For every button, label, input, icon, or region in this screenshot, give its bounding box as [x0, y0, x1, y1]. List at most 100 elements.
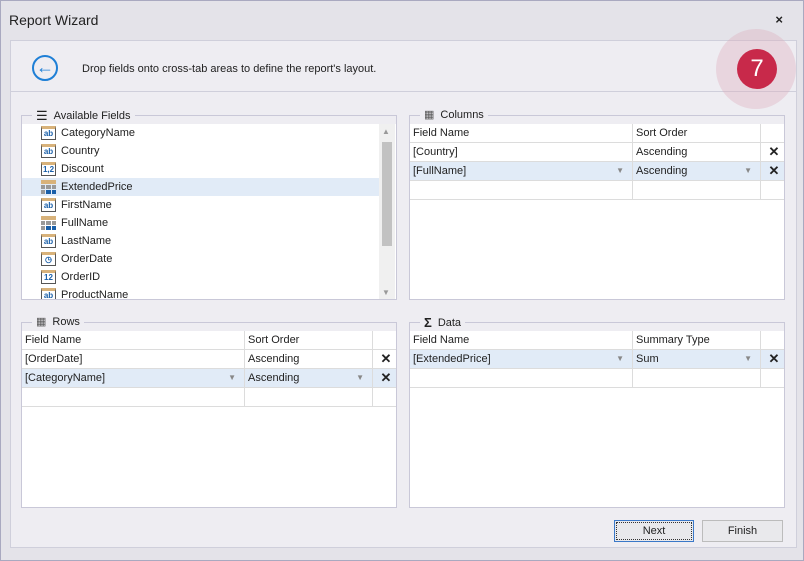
scrollbar[interactable]: ▲ ▼ — [379, 124, 395, 299]
field-item[interactable]: ab ProductName — [22, 286, 379, 299]
header-sort[interactable]: Sort Order — [245, 331, 373, 349]
field-label: ExtendedPrice — [61, 181, 133, 193]
number-field-icon: 12 — [41, 270, 56, 284]
close-button[interactable]: × — [775, 12, 783, 27]
empty-cell[interactable] — [22, 388, 245, 406]
field-name-cell[interactable]: [Country] — [410, 143, 633, 161]
order-cell[interactable]: Ascending — [633, 143, 761, 161]
field-name-cell[interactable]: [FullName] ▼ — [410, 162, 633, 180]
field-label: OrderDate — [61, 253, 113, 265]
field-item[interactable]: ExtendedPrice — [22, 178, 379, 196]
remove-icon[interactable]: ✕ — [761, 162, 784, 180]
empty-cell[interactable] — [410, 181, 633, 199]
field-name-cell[interactable]: [ExtendedPrice] ▼ — [410, 350, 633, 368]
cell-text: [CategoryName] — [25, 372, 106, 384]
grid-header: Field Name Summary Type — [410, 331, 784, 350]
sigma-icon: Σ — [424, 315, 432, 330]
scroll-thumb[interactable] — [382, 142, 392, 246]
cell-text: Field Name — [413, 334, 470, 346]
empty-cell — [373, 388, 396, 406]
field-label: OrderID — [61, 271, 101, 283]
dropdown-arrow-icon[interactable]: ▼ — [228, 369, 236, 387]
hamburger-icon: ☰ — [36, 108, 48, 123]
string-field-icon: ab — [41, 288, 56, 299]
calculated-field-icon — [41, 216, 56, 230]
field-item[interactable]: FullName — [22, 214, 379, 232]
dropdown-arrow-icon[interactable]: ▼ — [616, 162, 624, 180]
field-label: LastName — [61, 235, 112, 247]
order-cell[interactable]: Sum ▼ — [633, 350, 761, 368]
rows-grid: Field Name Sort Order [OrderDate] Ascending… — [22, 331, 396, 507]
field-item[interactable]: ◷ OrderDate — [22, 250, 379, 268]
cell-text: Sort Order — [636, 127, 688, 139]
field-item[interactable]: 12 OrderID — [22, 268, 379, 286]
empty-cell[interactable] — [410, 369, 633, 387]
header-sort[interactable]: Sort Order — [633, 124, 761, 142]
header-blank — [761, 331, 784, 349]
cell-text: Ascending — [248, 353, 300, 365]
finish-button[interactable]: Finish — [702, 520, 783, 542]
rows-title: Rows — [52, 315, 80, 328]
columns-grid-icon: ▦ — [424, 109, 435, 121]
step-badge: 7 — [737, 49, 777, 89]
empty-cell[interactable] — [633, 369, 761, 387]
wizard-header: ← Drop fields onto cross-tab areas to de… — [11, 29, 796, 109]
dropdown-arrow-icon[interactable]: ▼ — [744, 162, 752, 180]
field-item[interactable]: ab Country — [22, 142, 379, 160]
table-row: [CategoryName] ▼ Ascending ▼ ✕ — [22, 369, 396, 388]
remove-icon[interactable]: ✕ — [373, 350, 396, 368]
empty-cell — [761, 369, 784, 387]
table-row: [ExtendedPrice] ▼ Sum ▼ ✕ — [410, 350, 784, 369]
string-field-icon: ab — [41, 198, 56, 212]
field-label: Country — [61, 145, 100, 157]
dropdown-arrow-icon[interactable]: ▼ — [616, 350, 624, 368]
field-name-cell[interactable]: [OrderDate] — [22, 350, 245, 368]
columns-title: Columns — [440, 108, 484, 121]
order-cell[interactable]: Ascending ▼ — [633, 162, 761, 180]
header-field-name[interactable]: Field Name — [410, 124, 633, 142]
remove-icon[interactable]: ✕ — [373, 369, 396, 387]
report-wizard-window: Report Wizard × ← Drop fields onto cross… — [0, 0, 804, 561]
field-label: ProductName — [61, 289, 129, 299]
scroll-down-icon[interactable]: ▼ — [382, 288, 390, 297]
order-cell[interactable]: Ascending ▼ — [245, 369, 373, 387]
field-item[interactable]: ab CategoryName — [22, 124, 379, 142]
header-field-name[interactable]: Field Name — [410, 331, 633, 349]
back-arrow-icon[interactable]: ← — [32, 55, 58, 81]
field-label: FirstName — [61, 199, 112, 211]
columns-group: ▦ Columns Field Name Sort Order [Country] As… — [409, 108, 785, 300]
field-name-cell[interactable]: [CategoryName] ▼ — [22, 369, 245, 387]
empty-cell[interactable] — [245, 388, 373, 406]
empty-row — [22, 388, 396, 407]
header-blank — [761, 124, 784, 142]
string-field-icon: ab — [41, 144, 56, 158]
dropdown-arrow-icon[interactable]: ▼ — [744, 350, 752, 368]
cell-text: Field Name — [413, 127, 470, 139]
cell-text: Sort Order — [248, 334, 300, 346]
rows-group: ▦ Rows Field Name Sort Order [OrderDate] Asc… — [21, 315, 397, 508]
header-sort[interactable]: Summary Type — [633, 331, 761, 349]
cell-text: Sum — [636, 353, 659, 365]
cell-text: [Country] — [413, 146, 458, 158]
data-title: Data — [437, 316, 462, 329]
next-button[interactable]: Next — [614, 520, 694, 542]
string-field-icon: ab — [41, 126, 56, 140]
header-field-name[interactable]: Field Name — [22, 331, 245, 349]
field-item[interactable]: 1,2 Discount — [22, 160, 379, 178]
window-title: Report Wizard — [9, 12, 99, 28]
calculated-field-icon — [41, 180, 56, 194]
order-cell[interactable]: Ascending — [245, 350, 373, 368]
cell-text: [OrderDate] — [25, 353, 83, 365]
field-item[interactable]: ab FirstName — [22, 196, 379, 214]
available-fields-list[interactable]: ab CategoryName ab Country 1,2 Discount Extend… — [22, 124, 396, 299]
field-item[interactable]: ab LastName — [22, 232, 379, 250]
scroll-up-icon[interactable]: ▲ — [382, 127, 390, 136]
remove-icon[interactable]: ✕ — [761, 350, 784, 368]
empty-cell[interactable] — [633, 181, 761, 199]
string-field-icon: ab — [41, 234, 56, 248]
dropdown-arrow-icon[interactable]: ▼ — [356, 369, 364, 387]
remove-icon[interactable]: ✕ — [761, 143, 784, 161]
cell-text: Ascending — [636, 146, 688, 158]
data-group: Σ Data Field Name Summary Type [ExtendedPri… — [409, 315, 785, 508]
empty-cell — [761, 181, 784, 199]
